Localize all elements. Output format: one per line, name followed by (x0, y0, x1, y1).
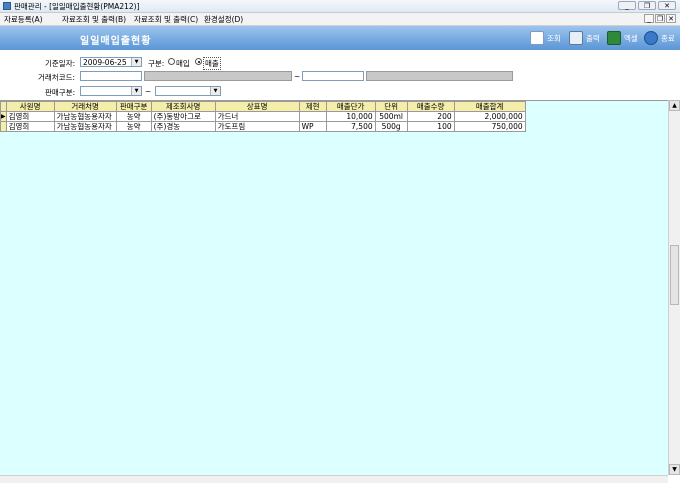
sales-type-label: 판매구분: (45, 88, 76, 97)
power-icon (644, 31, 658, 45)
cell-manufacturer[interactable]: (주)동방아그로 (150, 111, 216, 122)
vendor-name-to-field (366, 71, 513, 81)
sales-type-to-combo[interactable]: ▼ (155, 86, 221, 96)
vendor-name-from-field (144, 71, 292, 81)
radio-purchase-label: 매입 (176, 59, 190, 68)
date-combo[interactable]: 2009-06-25 ▼ (80, 57, 142, 67)
cell-employee[interactable]: 김영희 (5, 121, 55, 132)
excel-icon (607, 31, 621, 45)
cell-sales-type[interactable]: 농약 (115, 111, 152, 122)
cell-quantity[interactable]: 100 (406, 121, 455, 132)
radio-purchase[interactable] (168, 58, 175, 65)
horizontal-scrollbar[interactable] (0, 475, 668, 483)
menu-item-data-entry[interactable]: 자료등록(A) (4, 14, 43, 25)
exit-button-label: 종료 (661, 33, 675, 43)
cell-unit-price[interactable]: 10,000 (325, 111, 376, 122)
grid-header-row: 사원명 거래처명 판매구분 제조회사명 상표명 제현 매출단가 단위 매출수량 … (0, 101, 526, 112)
vendor-range-tilde: ~ (294, 72, 301, 81)
chevron-down-icon[interactable]: ▼ (131, 58, 141, 66)
col-header-brand[interactable]: 상표명 (214, 101, 300, 112)
cell-unit[interactable]: 500g (374, 121, 408, 132)
scroll-thumb[interactable] (670, 245, 679, 305)
col-header-formulation[interactable]: 제현 (298, 101, 327, 112)
search-button[interactable]: 조회 (530, 30, 561, 46)
search-button-label: 조회 (547, 33, 561, 43)
chevron-down-icon[interactable]: ▼ (131, 87, 141, 95)
cell-quantity[interactable]: 200 (406, 111, 455, 122)
col-header-vendor[interactable]: 거래처명 (53, 101, 117, 112)
mdi-restore-button[interactable]: ❐ (655, 14, 665, 23)
window-title: 판매관리 - [일일매입출현황(PMA212)] (14, 2, 140, 11)
excel-button[interactable]: 엑셀 (607, 30, 638, 46)
cell-employee[interactable]: 김영희 (5, 111, 55, 122)
screen-header: 일일매입출현황 조회 출력 엑셀 종료 (0, 26, 680, 50)
table-row[interactable]: ▶ 김영희 가남농협농용자자 농약 (주)동방아그로 가드너 10,000 50… (0, 111, 526, 122)
radio-sales[interactable] (195, 58, 202, 65)
cell-total[interactable]: 750,000 (453, 121, 526, 132)
screen-title: 일일매입출현황 (80, 36, 152, 47)
cell-manufacturer[interactable]: (주)경농 (150, 121, 216, 132)
vendor-code-to-input[interactable] (302, 71, 364, 81)
cell-brand[interactable]: 가드너 (214, 111, 300, 122)
window-minimize-button[interactable]: _ (618, 1, 636, 10)
scroll-up-icon[interactable]: ▲ (669, 100, 680, 111)
vertical-scrollbar[interactable]: ▲ ▼ (668, 100, 680, 475)
menu-item-inquiry-output-c[interactable]: 자료조회 및 출력(C) (134, 14, 198, 25)
date-label: 기준일자: (45, 59, 76, 68)
cell-brand[interactable]: 가도프림 (214, 121, 300, 132)
col-header-sales-type[interactable]: 판매구분 (115, 101, 152, 112)
print-button[interactable]: 출력 (569, 30, 600, 46)
mdi-close-button[interactable]: ✕ (666, 14, 676, 23)
cell-vendor[interactable]: 가남농협농용자자 (53, 111, 117, 122)
row-indicator-icon: ▶ (0, 111, 7, 122)
grid-table: 사원명 거래처명 판매구분 제조회사명 상표명 제현 매출단가 단위 매출수량 … (0, 101, 526, 132)
window-titlebar: 판매관리 - [일일매입출현황(PMA212)] _ ❐ ✕ (0, 0, 680, 13)
col-header-manufacturer[interactable]: 제조회사명 (150, 101, 216, 112)
table-row[interactable]: 김영희 가남농협농용자자 농약 (주)경농 가도프림 WP 7,500 500g… (0, 121, 526, 132)
cell-unit-price[interactable]: 7,500 (325, 121, 376, 132)
sales-type-from-combo[interactable]: ▼ (80, 86, 142, 96)
print-button-label: 출력 (586, 33, 600, 43)
scroll-down-icon[interactable]: ▼ (669, 464, 680, 475)
col-header-unit-price[interactable]: 매출단가 (325, 101, 376, 112)
col-header-employee[interactable]: 사원명 (5, 101, 55, 112)
data-grid[interactable]: 사원명 거래처명 판매구분 제조회사명 상표명 제현 매출단가 단위 매출수량 … (0, 100, 668, 476)
date-value: 2009-06-25 (83, 58, 127, 67)
exit-button[interactable]: 종료 (644, 30, 675, 46)
type-label: 구분: (148, 59, 165, 68)
cell-vendor[interactable]: 가남농협농용자자 (53, 121, 117, 132)
cell-formulation[interactable]: WP (298, 121, 327, 132)
search-document-icon (530, 31, 544, 45)
window-maximize-button[interactable]: ❐ (638, 1, 656, 10)
app-icon (3, 2, 11, 10)
printer-icon (569, 31, 583, 45)
col-header-total[interactable]: 매출합계 (453, 101, 526, 112)
menu-item-settings[interactable]: 환경설정(D) (204, 14, 243, 25)
menu-bar: 자료등록(A) 자료조회 및 출력(B) 자료조회 및 출력(C) 환경설정(D… (0, 13, 680, 26)
radio-sales-label: 매출 (203, 57, 221, 70)
cell-sales-type[interactable]: 농약 (115, 121, 152, 132)
excel-button-label: 엑셀 (624, 33, 638, 43)
col-header-unit[interactable]: 단위 (374, 101, 408, 112)
chevron-down-icon[interactable]: ▼ (210, 87, 220, 95)
cell-unit[interactable]: 500ml (374, 111, 408, 122)
sales-type-range-tilde: ~ (145, 87, 152, 96)
cell-total[interactable]: 2,000,000 (453, 111, 526, 122)
window-close-button[interactable]: ✕ (658, 1, 676, 10)
cell-formulation[interactable] (298, 111, 327, 122)
col-header-quantity[interactable]: 매출수량 (406, 101, 455, 112)
mdi-minimize-button[interactable]: _ (644, 14, 654, 23)
menu-item-inquiry-output-b[interactable]: 자료조회 및 출력(B) (62, 14, 126, 25)
vendor-code-label: 거래처코드: (38, 73, 76, 82)
vendor-code-from-input[interactable] (80, 71, 142, 81)
